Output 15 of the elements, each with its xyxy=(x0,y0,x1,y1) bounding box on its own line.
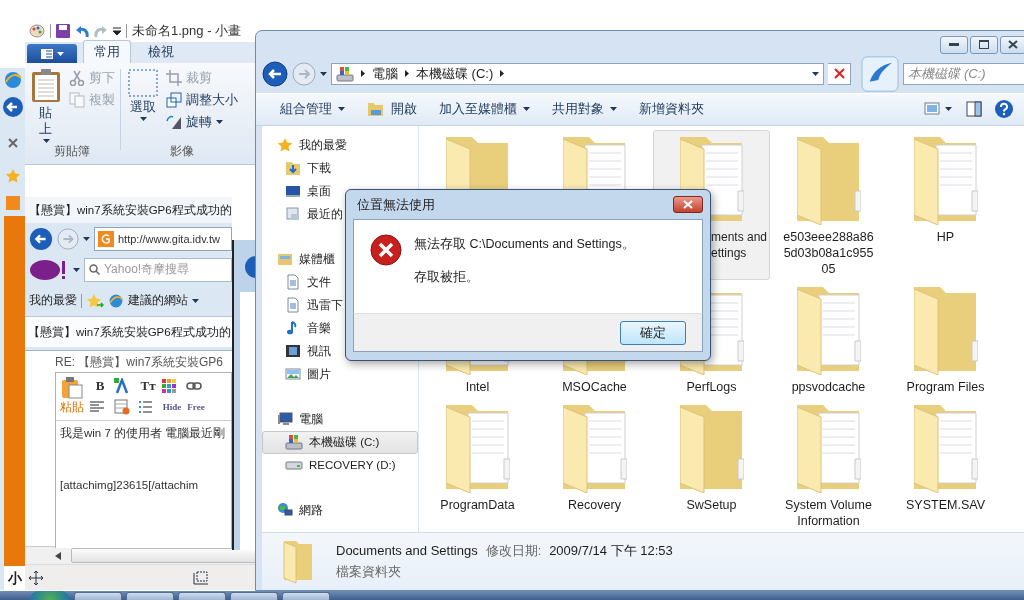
dialog-title: 位置無法使用 xyxy=(357,195,435,214)
post-text: [attachimg]23615[/attachim xyxy=(60,478,200,493)
date-label: 修改日期: xyxy=(485,542,542,560)
file-name: Documents and Settings xyxy=(336,542,478,558)
group-label: 影像 xyxy=(170,143,194,160)
error-detail: 存取被拒。 xyxy=(414,269,480,286)
post-subject: RE: 【懸賞】win7系統安裝GP6 xyxy=(55,354,225,371)
group-label: 剪貼簿 xyxy=(54,143,90,160)
file-type: 檔案資料夾 xyxy=(336,563,402,581)
status-text: 小 xyxy=(4,566,26,590)
window-title: 未命名1.png - 小畫 xyxy=(132,22,242,40)
post-text: 我是win 7 的使用者 電腦最近剛 xyxy=(60,426,227,441)
date-value: 2009/7/14 下午 12:53 xyxy=(549,541,673,560)
window-title: 【懸賞】win7系統安裝GP6程式成功的 xyxy=(25,197,232,223)
error-message: 無法存取 C:\Documents and Settings。 xyxy=(414,236,635,253)
